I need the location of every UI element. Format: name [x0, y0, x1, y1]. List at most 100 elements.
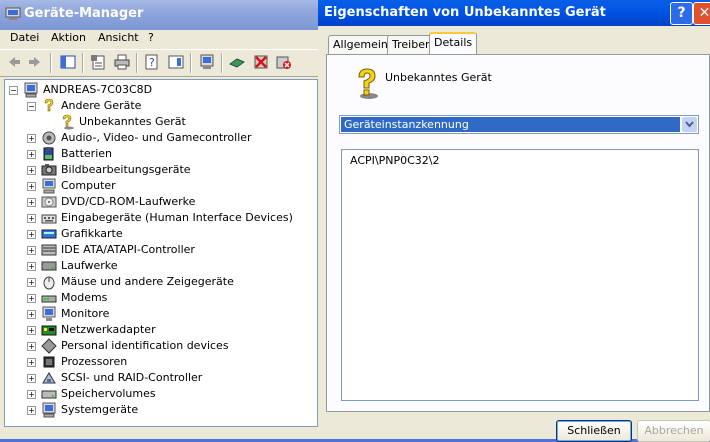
expand-toggle[interactable]: + — [27, 262, 36, 271]
properties-title: Eigenschaften von Unbekanntes Gerät — [324, 5, 606, 20]
uninstall-icon[interactable] — [253, 54, 269, 70]
tree-item-label: Computer — [61, 179, 116, 192]
network-adapter-icon — [41, 325, 57, 336]
speaker-icon — [42, 131, 56, 145]
menu-help[interactable]: ? — [148, 31, 154, 44]
back-arrow-icon[interactable] — [6, 54, 22, 70]
disk-drive-icon — [41, 261, 57, 271]
storage-volume-icon — [41, 390, 57, 399]
collapse-toggle[interactable]: − — [27, 102, 36, 111]
tree-item-label: DVD/CD-ROM-Laufwerke — [61, 195, 196, 208]
menu-datei[interactable]: Datei — [10, 31, 39, 44]
help-button[interactable]: ? — [670, 2, 693, 25]
hid-icon — [41, 214, 57, 224]
tree-item-label: Monitore — [61, 307, 110, 320]
expand-toggle[interactable]: + — [27, 150, 36, 159]
tree-item-label: Laufwerke — [61, 259, 118, 272]
expand-toggle[interactable]: + — [27, 358, 36, 367]
tree-root-label: ANDREAS-7C03C8D — [43, 83, 153, 96]
value-listbox[interactable]: ACPI\PNP0C32\2 — [341, 149, 699, 401]
question-mark-icon — [44, 98, 54, 112]
expand-toggle[interactable]: + — [27, 278, 36, 287]
menu-ansicht[interactable]: Ansicht — [98, 31, 139, 44]
unknown-device-icon — [358, 68, 378, 99]
expand-toggle[interactable]: + — [27, 294, 36, 303]
computer-icon — [5, 7, 21, 20]
modem-icon — [41, 295, 57, 303]
cdrom-icon — [41, 196, 57, 208]
expand-toggle[interactable]: + — [27, 182, 36, 191]
details-panel: Unbekanntes Gerät Geräteinstanzkennung A… — [326, 54, 710, 412]
expand-toggle[interactable]: + — [27, 134, 36, 143]
expand-toggle[interactable]: + — [27, 246, 36, 255]
computer-icon — [24, 82, 38, 98]
tree-item-label: Personal identification devices — [61, 339, 229, 352]
expand-toggle[interactable]: + — [27, 166, 36, 175]
tree-item-label: Systemgeräte — [61, 403, 139, 416]
tree-item-label: Speichervolumes — [61, 387, 156, 400]
property-dropdown[interactable]: Geräteinstanzkennung — [339, 115, 699, 134]
show-hide-tree-icon[interactable] — [60, 54, 76, 70]
disable-icon[interactable] — [276, 54, 292, 70]
tree-item-label: Modems — [61, 291, 108, 304]
property-value[interactable]: ACPI\PNP0C32\2 — [350, 154, 439, 167]
tree-item-label: Andere Geräte — [61, 99, 142, 112]
toolbar: ? — [0, 49, 318, 77]
expand-toggle[interactable]: + — [27, 326, 36, 335]
print-icon[interactable] — [114, 54, 130, 70]
battery-icon — [43, 147, 54, 161]
unknown-device-icon — [62, 114, 74, 130]
close-icon[interactable]: ✕ — [693, 2, 710, 25]
device-tree[interactable]: − ANDREAS-7C03C8D − Andere Geräte Unbekann… — [4, 79, 318, 427]
properties-dialog: Eigenschaften von Unbekanntes Gerät ? ✕ … — [318, 0, 710, 442]
device-manager-titlebar[interactable]: Geräte-Manager — [0, 0, 318, 30]
show-hide-icon[interactable] — [168, 54, 184, 70]
tree-item-label: Unbekanntes Gerät — [79, 115, 186, 128]
device-manager-window: Geräte-Manager Datei Aktion Ansicht ? ? … — [0, 0, 318, 439]
tree-item-label: Grafikkarte — [61, 227, 123, 240]
tree-item-label: IDE ATA/ATAPI-Controller — [61, 243, 195, 256]
expand-toggle[interactable]: + — [27, 310, 36, 319]
menu-aktion[interactable]: Aktion — [51, 31, 86, 44]
device-manager-title: Geräte-Manager — [24, 6, 144, 21]
id-device-icon — [41, 338, 57, 354]
tree-item-label: Audio-, Video- und Gamecontroller — [61, 131, 252, 144]
update-driver-icon[interactable] — [229, 54, 245, 70]
tree-item-label: SCSI- und RAID-Controller — [61, 371, 203, 384]
expand-toggle[interactable]: + — [27, 374, 36, 383]
tree-item-label: Prozessoren — [61, 355, 128, 368]
expand-toggle[interactable]: + — [27, 198, 36, 207]
expand-toggle[interactable]: + — [27, 406, 36, 415]
tab-details[interactable]: Details — [429, 32, 478, 56]
tab-allgemein[interactable]: Allgemein — [328, 35, 393, 54]
scan-hardware-icon[interactable] — [199, 54, 215, 70]
device-name: Unbekanntes Gerät — [385, 71, 492, 84]
tree-item-label: Mäuse und andere Zeigegeräte — [61, 275, 234, 288]
tree-item-label: Bildbearbeitungsgeräte — [61, 163, 191, 176]
mouse-icon — [43, 276, 55, 290]
tree-item-label: Eingabegeräte (Human Interface Devices) — [61, 211, 293, 224]
collapse-toggle[interactable]: − — [9, 86, 18, 95]
scsi-icon — [42, 372, 56, 384]
tree-item-label: Batterien — [61, 147, 112, 160]
expand-toggle[interactable]: + — [27, 214, 36, 223]
computer-icon — [42, 178, 56, 194]
chevron-down-icon[interactable] — [682, 117, 697, 132]
properties-icon[interactable] — [90, 54, 106, 70]
dropdown-selected-value: Geräteinstanzkennung — [341, 117, 680, 132]
processor-icon — [43, 356, 55, 368]
display-adapter-icon — [41, 229, 57, 239]
expand-toggle[interactable]: + — [27, 390, 36, 399]
expand-toggle[interactable]: + — [27, 342, 36, 351]
ide-controller-icon — [41, 244, 57, 256]
tree-item-label: Netzwerkadapter — [61, 323, 156, 336]
system-device-icon — [42, 402, 56, 418]
monitor-icon — [42, 306, 56, 321]
help-icon[interactable]: ? — [144, 54, 160, 70]
svg-text:?: ? — [149, 56, 155, 69]
tab-treiber[interactable]: Treiber — [387, 35, 435, 54]
menu-bar: Datei Aktion Ansicht ? — [0, 30, 318, 48]
properties-titlebar[interactable]: Eigenschaften von Unbekanntes Gerät ? ✕ — [318, 0, 710, 26]
forward-arrow-icon[interactable] — [27, 54, 43, 70]
expand-toggle[interactable]: + — [27, 230, 36, 239]
